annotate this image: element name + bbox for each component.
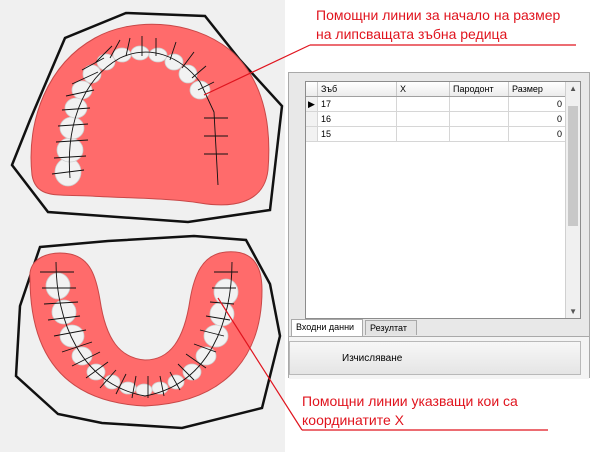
- data-grid[interactable]: Зъб X Пародонт Размер ▶ 17 0 16 0 15 0 ▲…: [305, 81, 581, 319]
- grid-header-row: Зъб X Пародонт Размер: [306, 82, 566, 97]
- row-selector[interactable]: [306, 111, 318, 127]
- cell-x[interactable]: [396, 126, 450, 142]
- button-panel: Изчисляване: [289, 336, 589, 379]
- row-selector-icon[interactable]: ▶: [306, 96, 318, 112]
- bottom-callout-line1: Помощни линии указващи кои са: [302, 393, 518, 409]
- cell-tooth[interactable]: 15: [317, 126, 397, 142]
- column-header-size[interactable]: Размер: [508, 82, 566, 97]
- cell-periodont[interactable]: [449, 111, 509, 127]
- row-selector[interactable]: [306, 126, 318, 142]
- tab-input-data[interactable]: Входни данни: [291, 319, 363, 336]
- bottom-callout-line2: координатите Х: [302, 412, 405, 428]
- cell-size[interactable]: 0: [508, 126, 566, 142]
- cell-size[interactable]: 0: [508, 96, 566, 112]
- top-callout: Помощни линии за начало на размер на лип…: [316, 6, 596, 44]
- grid-corner: [306, 82, 318, 97]
- table-row[interactable]: 16 0: [306, 111, 566, 127]
- app-window: Зъб X Пародонт Размер ▶ 17 0 16 0 15 0 ▲…: [288, 72, 590, 379]
- cell-periodont[interactable]: [449, 96, 509, 112]
- grid-table: Зъб X Пародонт Размер ▶ 17 0 16 0 15 0: [306, 82, 566, 142]
- scroll-up-icon[interactable]: ▲: [569, 84, 577, 93]
- cell-tooth[interactable]: 16: [317, 111, 397, 127]
- cell-x[interactable]: [396, 96, 450, 112]
- table-row[interactable]: 15 0: [306, 126, 566, 142]
- cell-x[interactable]: [396, 111, 450, 127]
- column-header-tooth[interactable]: Зъб: [317, 82, 397, 97]
- calculate-button[interactable]: Изчисляване: [289, 341, 581, 375]
- column-header-x[interactable]: X: [396, 82, 450, 97]
- scrollbar-thumb[interactable]: [568, 106, 578, 226]
- cell-tooth[interactable]: 17: [317, 96, 397, 112]
- column-header-periodont[interactable]: Пародонт: [449, 82, 509, 97]
- top-callout-line1: Помощни линии за начало на размер: [316, 7, 561, 23]
- vertical-scrollbar[interactable]: ▲ ▼: [565, 82, 580, 318]
- top-callout-line2: на липсващата зъбна редица: [316, 26, 508, 42]
- tab-result[interactable]: Резултат: [365, 320, 417, 335]
- cell-size[interactable]: 0: [508, 111, 566, 127]
- bottom-callout: Помощни линии указващи кои са координати…: [302, 392, 592, 430]
- table-row[interactable]: ▶ 17 0: [306, 96, 566, 112]
- scroll-down-icon[interactable]: ▼: [569, 307, 577, 316]
- cell-periodont[interactable]: [449, 126, 509, 142]
- jaw-diagram: [10, 11, 284, 430]
